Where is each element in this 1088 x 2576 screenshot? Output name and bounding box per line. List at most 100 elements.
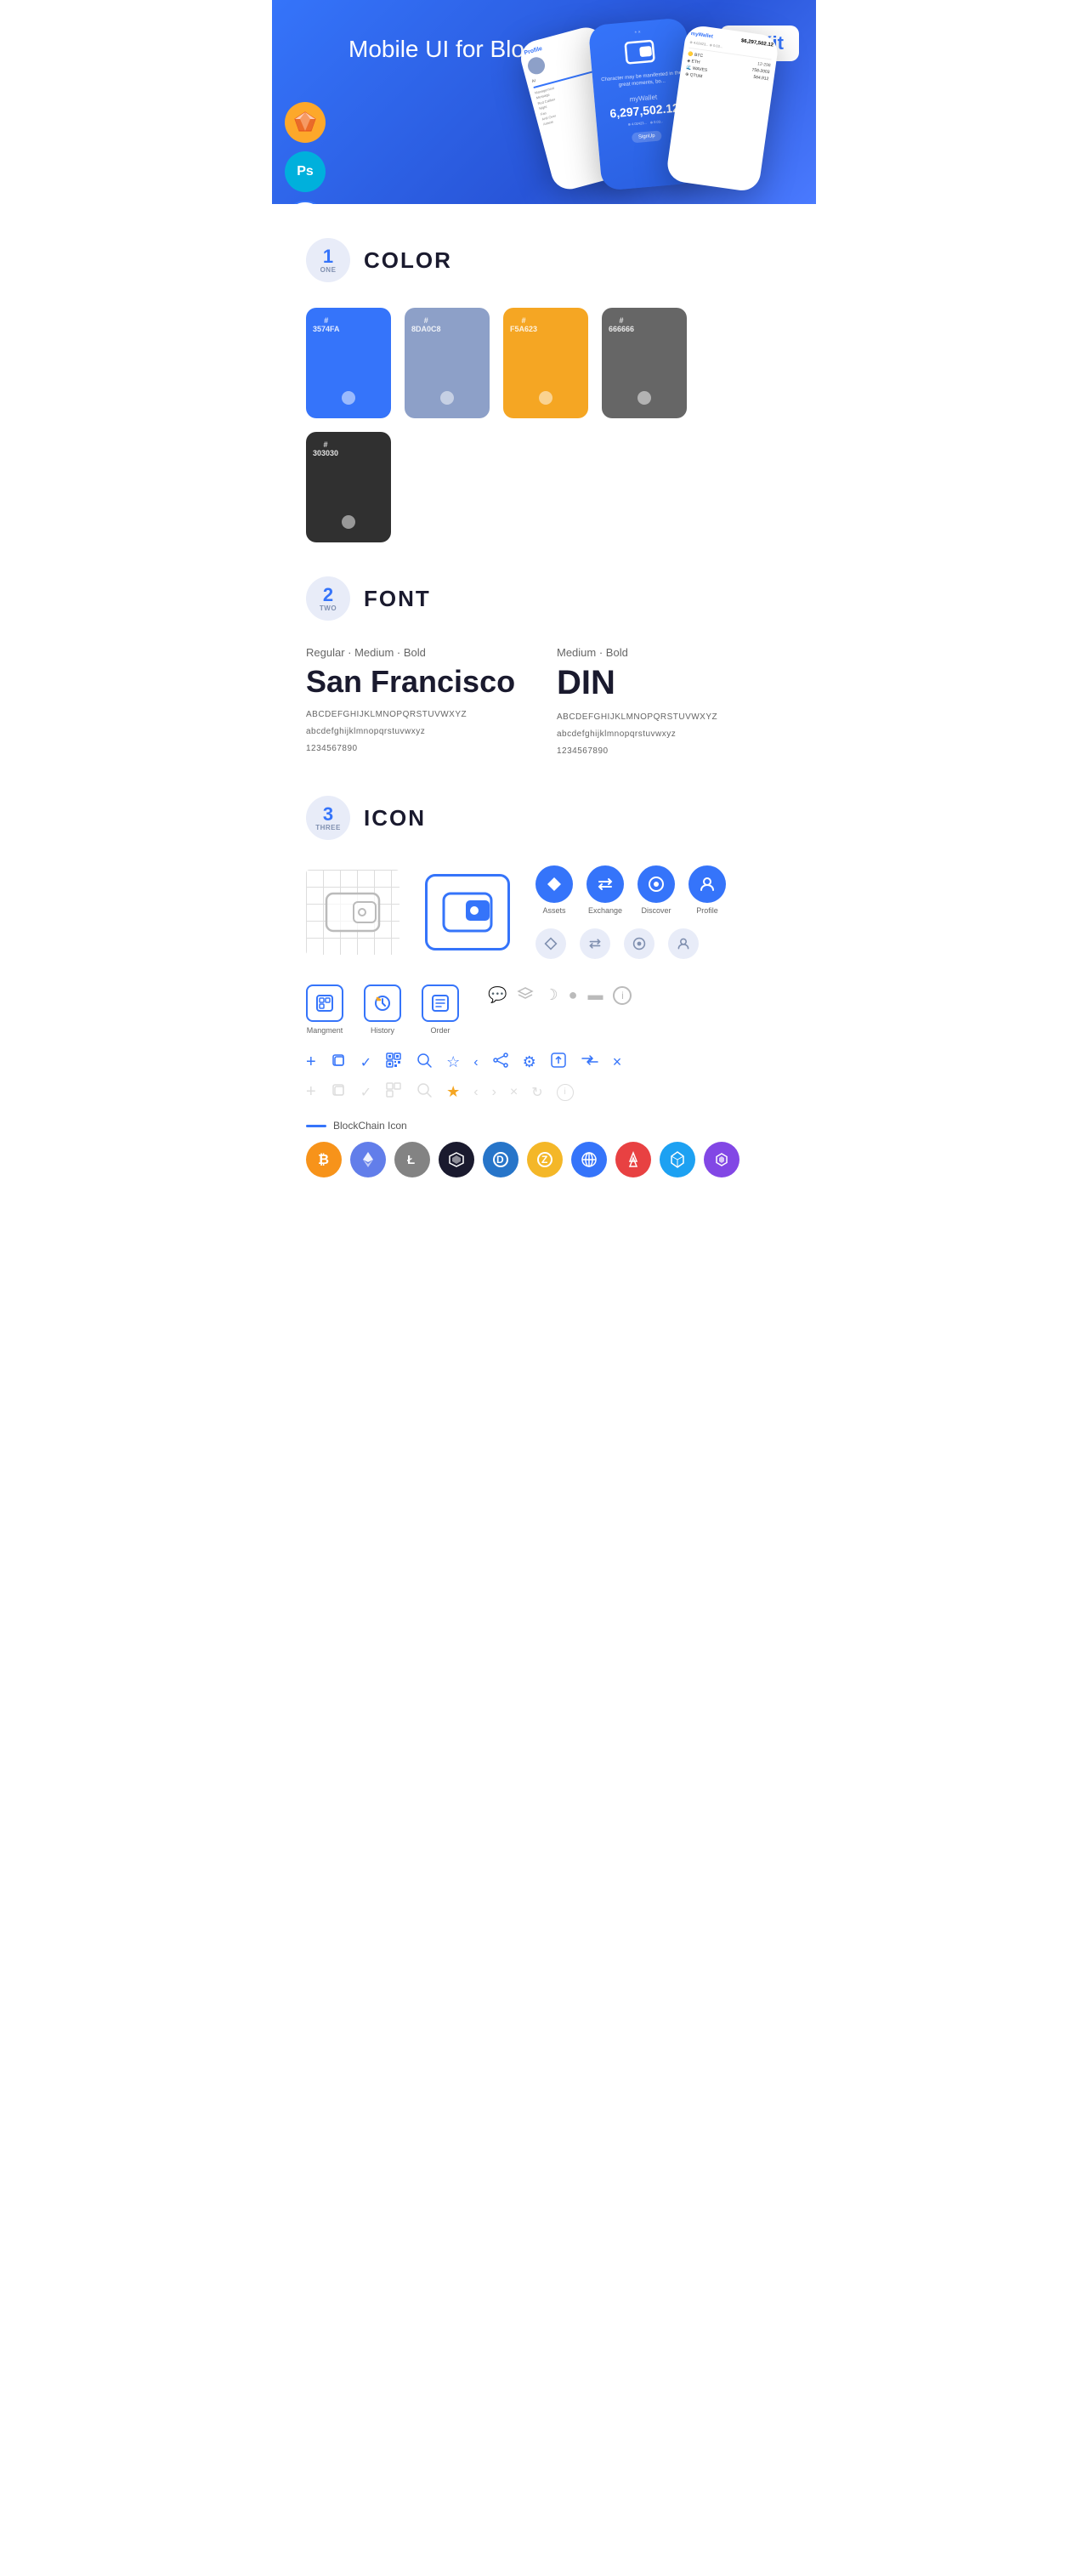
check-icon-dim: ✓ — [360, 1084, 371, 1101]
matic-icon — [704, 1142, 740, 1177]
svg-text:D: D — [496, 1154, 504, 1166]
section-number-3: 3 THREE — [306, 796, 350, 840]
screens-badge: 60+ Screens — [285, 201, 326, 204]
info-icon-dim: i — [557, 1084, 574, 1101]
blockchain-label: BlockChain Icon — [306, 1120, 782, 1132]
color-section-header: 1 ONE COLOR — [306, 238, 782, 282]
wallet-colored — [425, 874, 510, 950]
litecoin-icon: Ł — [394, 1142, 430, 1177]
copy-icon — [330, 1052, 347, 1073]
share-icon — [492, 1052, 509, 1073]
close-icon: × — [613, 1053, 622, 1071]
layers-icon — [517, 984, 534, 1006]
nav-icons-group: Assets Exchange — [536, 865, 726, 959]
wallet-wireframe — [306, 870, 400, 955]
blockchain-line — [306, 1125, 326, 1127]
main-content: 1 ONE COLOR #3574FA #8DA0C8 #F5A623 #666… — [272, 238, 816, 1177]
zcash-icon: Z — [527, 1142, 563, 1177]
qr-icon — [385, 1052, 402, 1073]
info-icon: i — [613, 986, 632, 1005]
plus-icon: + — [306, 1053, 316, 1072]
assets-icon — [536, 865, 573, 903]
management-icon-item: Mangment — [306, 984, 343, 1035]
moon-icon: ☽ — [544, 986, 558, 1004]
chat2-icon: ▬ — [587, 986, 603, 1004]
cross-icon-dim: × — [510, 1085, 518, 1100]
small-icons-row: + ✓ — [306, 1052, 782, 1073]
svg-text:Ł: Ł — [407, 1153, 415, 1167]
forward-icon-dim: › — [492, 1085, 496, 1100]
upload-icon — [550, 1052, 567, 1073]
swatch-orange: #F5A623 — [503, 308, 588, 418]
plus-icon-dim: + — [306, 1082, 316, 1102]
sketch-badge — [285, 102, 326, 143]
history-icon-item: History — [364, 984, 401, 1035]
exchange-icon-ghost — [580, 928, 610, 959]
swatch-dot — [342, 391, 355, 405]
bitcoin-icon: ₿ — [306, 1142, 342, 1177]
nav-icon-exchange: Exchange — [586, 865, 624, 915]
assets-icon-ghost — [536, 928, 566, 959]
swatch-blue: #3574FA — [306, 308, 391, 418]
search-icon — [416, 1052, 433, 1073]
font-din: Medium · Bold DIN ABCDEFGHIJKLMNOPQRSTUV… — [557, 646, 782, 762]
star-icon: ☆ — [446, 1053, 460, 1071]
exchange-icon — [586, 865, 624, 903]
swatch-dot — [342, 515, 355, 529]
phone-mockups: Profile AI ManagementMessageRed CaliberN… — [527, 17, 816, 204]
copy-icon-dim — [330, 1081, 347, 1103]
swatch-dark-grey: #666666 — [602, 308, 687, 418]
font-title: FONT — [364, 586, 431, 612]
discover-icon — [638, 865, 675, 903]
profile-icon — [688, 865, 726, 903]
ps-badge: Ps — [285, 151, 326, 192]
discover-icon-ghost — [624, 928, 654, 959]
search-icon-dim — [416, 1081, 433, 1103]
hero-section: Mobile UI for Blockchain Wallet UI Kit P… — [272, 0, 816, 204]
history-icon — [364, 984, 401, 1022]
icon-large-row: Assets Exchange — [306, 865, 782, 959]
font-san-francisco: Regular · Medium · Bold San Francisco AB… — [306, 646, 531, 762]
dimmed-icons-row: + ✓ ★ ‹ › × ↻ i — [306, 1081, 782, 1103]
color-swatches: #3574FA #8DA0C8 #F5A623 #666666 #303030 — [306, 308, 782, 542]
bottom-nav-icons: Mangment History — [306, 984, 782, 1035]
dash-icon: D — [483, 1142, 518, 1177]
swatch-black: #303030 — [306, 432, 391, 542]
redo-icon-dim: ↻ — [531, 1084, 542, 1101]
color-title: COLOR — [364, 247, 452, 274]
nav-icon-assets: Assets — [536, 865, 573, 915]
star-icon-active: ★ — [446, 1083, 460, 1101]
section-number-2: 2 TWO — [306, 576, 350, 621]
crypto-icons-row: ₿ Ł D — [306, 1142, 782, 1177]
avax-icon — [615, 1142, 651, 1177]
swatch-dot — [638, 391, 651, 405]
nav-icon-profile: Profile — [688, 865, 726, 915]
icon-section-header: 3 THREE ICON — [306, 796, 782, 840]
crystal-icon — [660, 1142, 695, 1177]
icon-title: ICON — [364, 805, 426, 831]
swatch-dot — [440, 391, 454, 405]
order-icon — [422, 984, 459, 1022]
qr-icon-dim — [385, 1081, 402, 1103]
order-icon-item: Order — [422, 984, 459, 1035]
profile-icon-ghost — [668, 928, 699, 959]
chat-icon: 💬 — [488, 986, 507, 1004]
circle-icon: ● — [569, 986, 578, 1004]
back-icon: ‹ — [473, 1055, 478, 1070]
nav-icon-discover: Discover — [638, 865, 675, 915]
font-grid: Regular · Medium · Bold San Francisco AB… — [306, 646, 782, 762]
swap-icon — [581, 1052, 599, 1073]
grid-icon — [571, 1142, 607, 1177]
svg-text:Z: Z — [541, 1154, 547, 1166]
swatch-grey-blue: #8DA0C8 — [405, 308, 490, 418]
management-icon — [306, 984, 343, 1022]
swatch-dot — [539, 391, 552, 405]
hero-badges: Ps 60+ Screens — [285, 102, 326, 204]
section-number-1: 1 ONE — [306, 238, 350, 282]
back-icon-dim: ‹ — [473, 1085, 478, 1100]
check-icon: ✓ — [360, 1054, 371, 1071]
font-section-header: 2 TWO FONT — [306, 576, 782, 621]
neo-icon — [439, 1142, 474, 1177]
ethereum-icon — [350, 1142, 386, 1177]
gear-icon: ⚙ — [523, 1053, 536, 1071]
